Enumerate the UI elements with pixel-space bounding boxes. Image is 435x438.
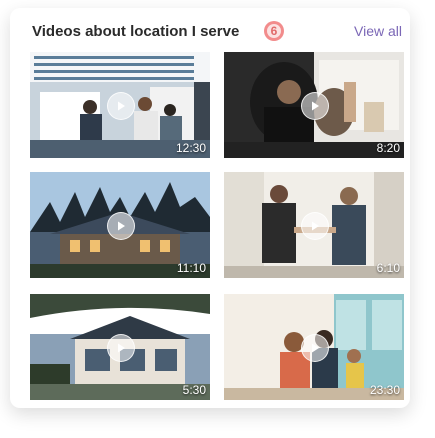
view-all-link[interactable]: View all — [354, 23, 402, 39]
play-icon — [118, 221, 125, 231]
play-button[interactable] — [107, 92, 135, 120]
video-thumbnail-5[interactable]: 5:30 — [30, 294, 210, 400]
play-button[interactable] — [301, 212, 329, 240]
video-duration: 5:30 — [182, 383, 206, 397]
video-duration: 12:30 — [175, 141, 206, 155]
video-thumbnail-4[interactable]: 6:10 — [224, 172, 404, 278]
video-duration: 11:10 — [176, 261, 206, 275]
video-thumbnail-2[interactable]: 8:20 — [224, 52, 404, 158]
play-button[interactable] — [301, 334, 329, 362]
play-button[interactable] — [107, 212, 135, 240]
video-count-badge: 6 — [264, 21, 284, 41]
play-icon — [312, 101, 319, 111]
play-icon — [118, 343, 125, 353]
section-title: Videos about location I serve — [32, 23, 240, 40]
play-icon — [312, 221, 319, 231]
video-thumbnail-3[interactable]: 11:10 — [30, 172, 210, 278]
play-button[interactable] — [301, 92, 329, 120]
video-duration: 23:30 — [369, 383, 400, 397]
play-icon — [118, 101, 125, 111]
section-header: Videos about location I serve 6 View all — [32, 18, 404, 46]
play-icon — [312, 343, 319, 353]
video-duration: 8:20 — [376, 141, 400, 155]
play-button[interactable] — [107, 334, 135, 362]
video-thumbnail-6[interactable]: 23:30 — [224, 294, 404, 400]
video-duration: 6:10 — [376, 261, 400, 275]
video-thumbnail-1[interactable]: 12:30 — [30, 52, 210, 158]
video-grid: 12:30 8:20 11:10 6:10 5:30 23:30 — [30, 52, 404, 402]
